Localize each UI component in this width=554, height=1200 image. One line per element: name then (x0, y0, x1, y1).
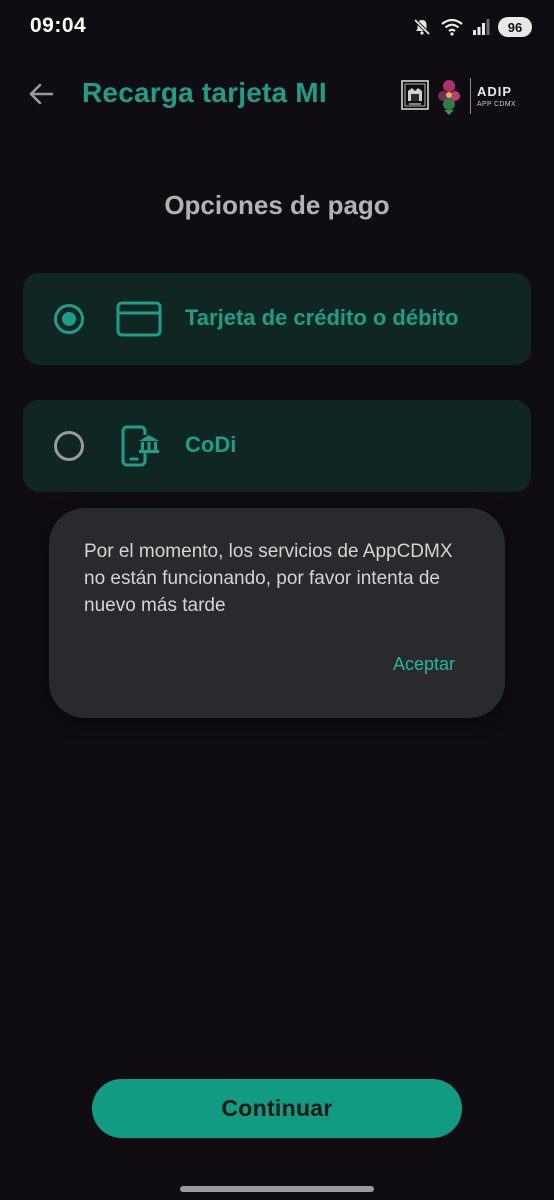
dialog-message: Por el momento, los servicios de AppCDMX… (84, 541, 453, 616)
accept-button[interactable]: Aceptar (393, 654, 455, 675)
radio-button-codi[interactable] (54, 431, 84, 461)
credit-card-icon (115, 295, 163, 343)
arrow-left-icon (27, 82, 55, 111)
battery-icon: 96 (498, 17, 532, 37)
payment-option-card[interactable]: Tarjeta de crédito o débito (23, 273, 531, 365)
error-dialog: Por el momento, los servicios de AppCDMX… (49, 508, 505, 718)
continue-button[interactable]: Continuar (92, 1079, 462, 1138)
app-header: Recarga tarjeta MI ADIP APP CDMX (0, 64, 554, 128)
mute-icon (412, 17, 432, 37)
wifi-icon (440, 17, 464, 37)
status-bar: 09:04 96 (0, 0, 554, 56)
mobile-bank-icon (115, 422, 163, 470)
adip-logo: ADIP APP CDMX (477, 85, 516, 108)
payment-option-codi[interactable]: CoDi (23, 400, 531, 492)
payment-option-codi-label: CoDi (185, 432, 237, 457)
logo-divider (470, 78, 471, 114)
header-logos: ADIP APP CDMX (400, 74, 518, 118)
page-title: Recarga tarjeta MI (82, 77, 327, 108)
app-cdmx-logo-text: APP CDMX (477, 100, 516, 108)
section-title: Opciones de pago (164, 190, 390, 220)
cdmx-shield-logo (401, 80, 429, 110)
payment-option-card-label: Tarjeta de crédito o débito (185, 305, 459, 330)
home-indicator[interactable] (180, 1186, 374, 1192)
adip-logo-text: ADIP (477, 83, 513, 99)
signal-icon (472, 18, 490, 36)
app-screen: 09:04 96 Recarga tarjeta MI ADIP APP CDM… (0, 0, 554, 1200)
status-time: 09:04 (30, 14, 87, 37)
radio-button-card[interactable] (54, 304, 84, 334)
cdmx-crest-logo (438, 80, 460, 115)
back-button[interactable] (22, 78, 60, 114)
status-icons: 96 (412, 16, 532, 38)
